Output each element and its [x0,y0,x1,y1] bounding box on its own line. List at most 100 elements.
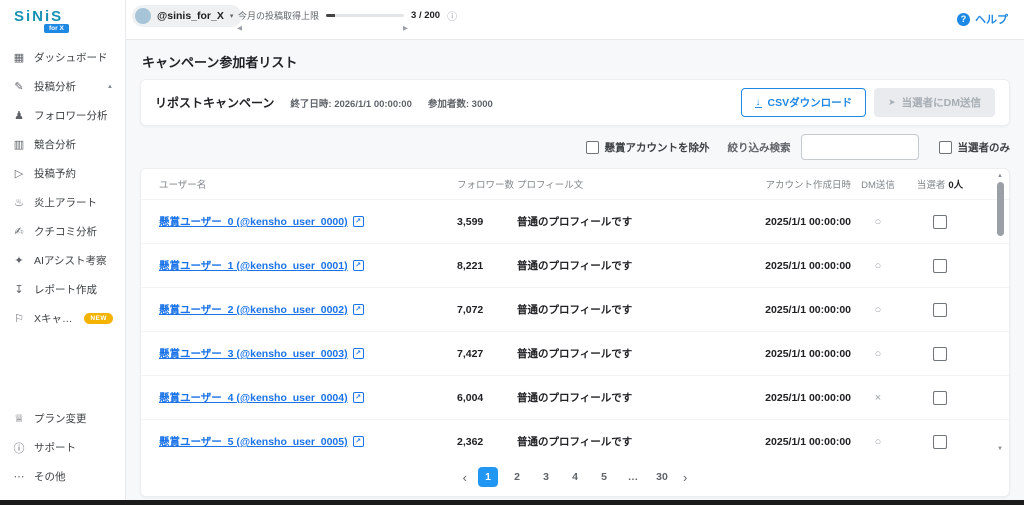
created-cell: 2025/1/1 00:00:00 [739,348,851,360]
column-followers: フォロワー数 [457,177,517,191]
sidebar-item-x-campaign[interactable]: ⚐ Xキャンペーン NEW [0,304,125,333]
send-icon: ➤ [888,97,896,108]
csv-download-button[interactable]: ↓ CSVダウンロード [741,88,867,117]
new-badge: NEW [84,313,113,324]
account-handle: @sinis_for_X [157,10,224,22]
winner-checkbox[interactable] [933,303,947,317]
scroll-right-icon[interactable]: ▶ [403,24,408,32]
ellipsis-icon: ⋯ [12,470,26,483]
username-cell: 懸賞ユーザー_3 (@kensho_user_0003) ↗ [159,346,457,361]
sidebar-item-others[interactable]: ⋯ その他 [0,462,125,491]
profile-cell: 普通のプロフィールです [517,258,739,273]
account-selector[interactable]: @sinis_for_X ▾ [132,5,242,27]
help-link[interactable]: ? ヘルプ [957,11,1008,27]
winner-checkbox[interactable] [933,435,947,449]
sidebar-item-competitor-analysis[interactable]: ▥ 競合分析 [0,130,125,159]
winner-count: 0人 [948,180,963,191]
column-username: ユーザー名 [159,177,457,191]
dm-status: ○ [851,304,905,316]
winner-cell [905,259,975,273]
winner-checkbox[interactable] [933,391,947,405]
created-cell: 2025/1/1 00:00:00 [739,436,851,448]
created-cell: 2025/1/1 00:00:00 [739,392,851,404]
dm-status: ○ [851,216,905,228]
column-profile: プロフィール文 [517,177,739,191]
campaign-info: リポストキャンペーン 終了日時: 2026/1/1 00:00:00 参加者数:… [155,94,493,111]
checkbox-box [939,141,952,154]
external-link-icon[interactable]: ↗ [353,392,364,403]
campaign-name: リポストキャンペーン [155,94,274,111]
people-icon: ♟ [12,109,26,122]
download-icon: ↓ [755,98,762,108]
user-link[interactable]: 懸賞ユーザー_5 (@kensho_user_0005) [159,434,348,449]
send-dm-button[interactable]: ➤ 当選者にDM送信 [874,88,995,117]
scrollbar-thumb[interactable] [997,182,1004,236]
winner-cell [905,215,975,229]
page-button-30[interactable]: 30 [652,467,672,487]
winner-checkbox[interactable] [933,215,947,229]
winner-cell [905,435,975,449]
user-link[interactable]: 懸賞ユーザー_2 (@kensho_user_0002) [159,302,348,317]
page-button-4[interactable]: 4 [565,467,585,487]
scroll-down-icon[interactable]: ▼ [997,446,1003,452]
page-button-3[interactable]: 3 [536,467,556,487]
topbar: @sinis_for_X ▾ 今月の投稿取得上限 3 / 200 ⓘ ◀ ▶ ?… [126,0,1024,40]
table-row: 懸賞ユーザー_0 (@kensho_user_0000) ↗ 3,599 普通の… [141,199,1009,243]
sidebar-item-support[interactable]: ⓘ サポート [0,433,125,462]
info-icon[interactable]: ⓘ [447,8,457,23]
filter-search-input[interactable] [801,134,919,160]
winner-checkbox[interactable] [933,259,947,273]
scroll-left-icon[interactable]: ◀ [237,24,242,32]
winner-cell [905,391,975,405]
sidebar-item-plan-change[interactable]: ♕ プラン変更 [0,404,125,433]
collapse-arrow-icon[interactable]: ▲ [107,84,113,90]
speech-bubble-icon: ✍ [12,225,26,238]
schedule-icon: ▷ [12,167,26,180]
external-link-icon[interactable]: ↗ [353,304,364,315]
user-link[interactable]: 懸賞ユーザー_4 (@kensho_user_0004) [159,390,348,405]
scroll-up-icon[interactable]: ▲ [997,173,1003,179]
user-link[interactable]: 懸賞ユーザー_3 (@kensho_user_0003) [159,346,348,361]
sidebar-item-post-schedule[interactable]: ▷ 投稿予約 [0,159,125,188]
table-row: 懸賞ユーザー_2 (@kensho_user_0002) ↗ 7,072 普通の… [141,287,1009,331]
page-button-2[interactable]: 2 [507,467,527,487]
column-dm: DM送信 [851,177,905,191]
external-link-icon[interactable]: ↗ [353,216,364,227]
logo-text: SiNiS [14,8,111,25]
sidebar-item-follower-analysis[interactable]: ♟ フォロワー分析 [0,101,125,130]
post-limit-progress-fill [326,14,335,17]
sidebar-item-review-analysis[interactable]: ✍ クチコミ分析 [0,217,125,246]
page-button-5[interactable]: 5 [594,467,614,487]
exclude-accounts-checkbox[interactable]: 懸賞アカウントを除外 [586,140,710,155]
table-scrollbar[interactable]: ▲ ▼ [994,173,1006,452]
external-link-icon[interactable]: ↗ [353,436,364,447]
table-row: 懸賞ユーザー_3 (@kensho_user_0003) ↗ 7,427 普通の… [141,331,1009,375]
app-logo[interactable]: SiNiS for X [0,6,125,43]
sidebar-item-flame-alert[interactable]: ♨ 炎上アラート [0,188,125,217]
user-link[interactable]: 懸賞ユーザー_1 (@kensho_user_0001) [159,258,348,273]
followers-cell: 6,004 [457,392,517,404]
followers-cell: 2,362 [457,436,517,448]
crown-icon: ♕ [12,412,26,425]
page-button-1[interactable]: 1 [478,467,498,487]
external-link-icon[interactable]: ↗ [353,260,364,271]
sidebar-item-report[interactable]: ↧ レポート作成 [0,275,125,304]
checkbox-box [586,141,599,154]
username-cell: 懸賞ユーザー_5 (@kensho_user_0005) ↗ [159,434,457,449]
user-link[interactable]: 懸賞ユーザー_0 (@kensho_user_0000) [159,214,348,229]
sidebar-item-ai-assist[interactable]: ✦ AIアシスト考察 [0,246,125,275]
external-link-icon[interactable]: ↗ [353,348,364,359]
sidebar-item-post-analysis[interactable]: ✎ 投稿分析 ▲ [0,72,125,101]
prev-page-button[interactable]: ‹ [461,470,469,485]
sidebar: SiNiS for X ▦ ダッシュボード ✎ 投稿分析 ▲ ♟ フォロワー分析… [0,0,126,505]
filter-search-label: 絞り込み検索 [728,140,791,155]
sidebar-item-dashboard[interactable]: ▦ ダッシュボード [0,43,125,72]
help-icon: ? [957,13,970,26]
created-cell: 2025/1/1 00:00:00 [739,216,851,228]
column-winner: 当選者0人 [905,177,975,191]
dm-status: ○ [851,260,905,272]
next-page-button[interactable]: › [681,470,689,485]
winners-only-checkbox[interactable]: 当選者のみ [939,140,1011,155]
winner-checkbox[interactable] [933,347,947,361]
sidebar-nav: ▦ ダッシュボード ✎ 投稿分析 ▲ ♟ フォロワー分析 ▥ 競合分析 ▷ 投稿… [0,43,125,333]
